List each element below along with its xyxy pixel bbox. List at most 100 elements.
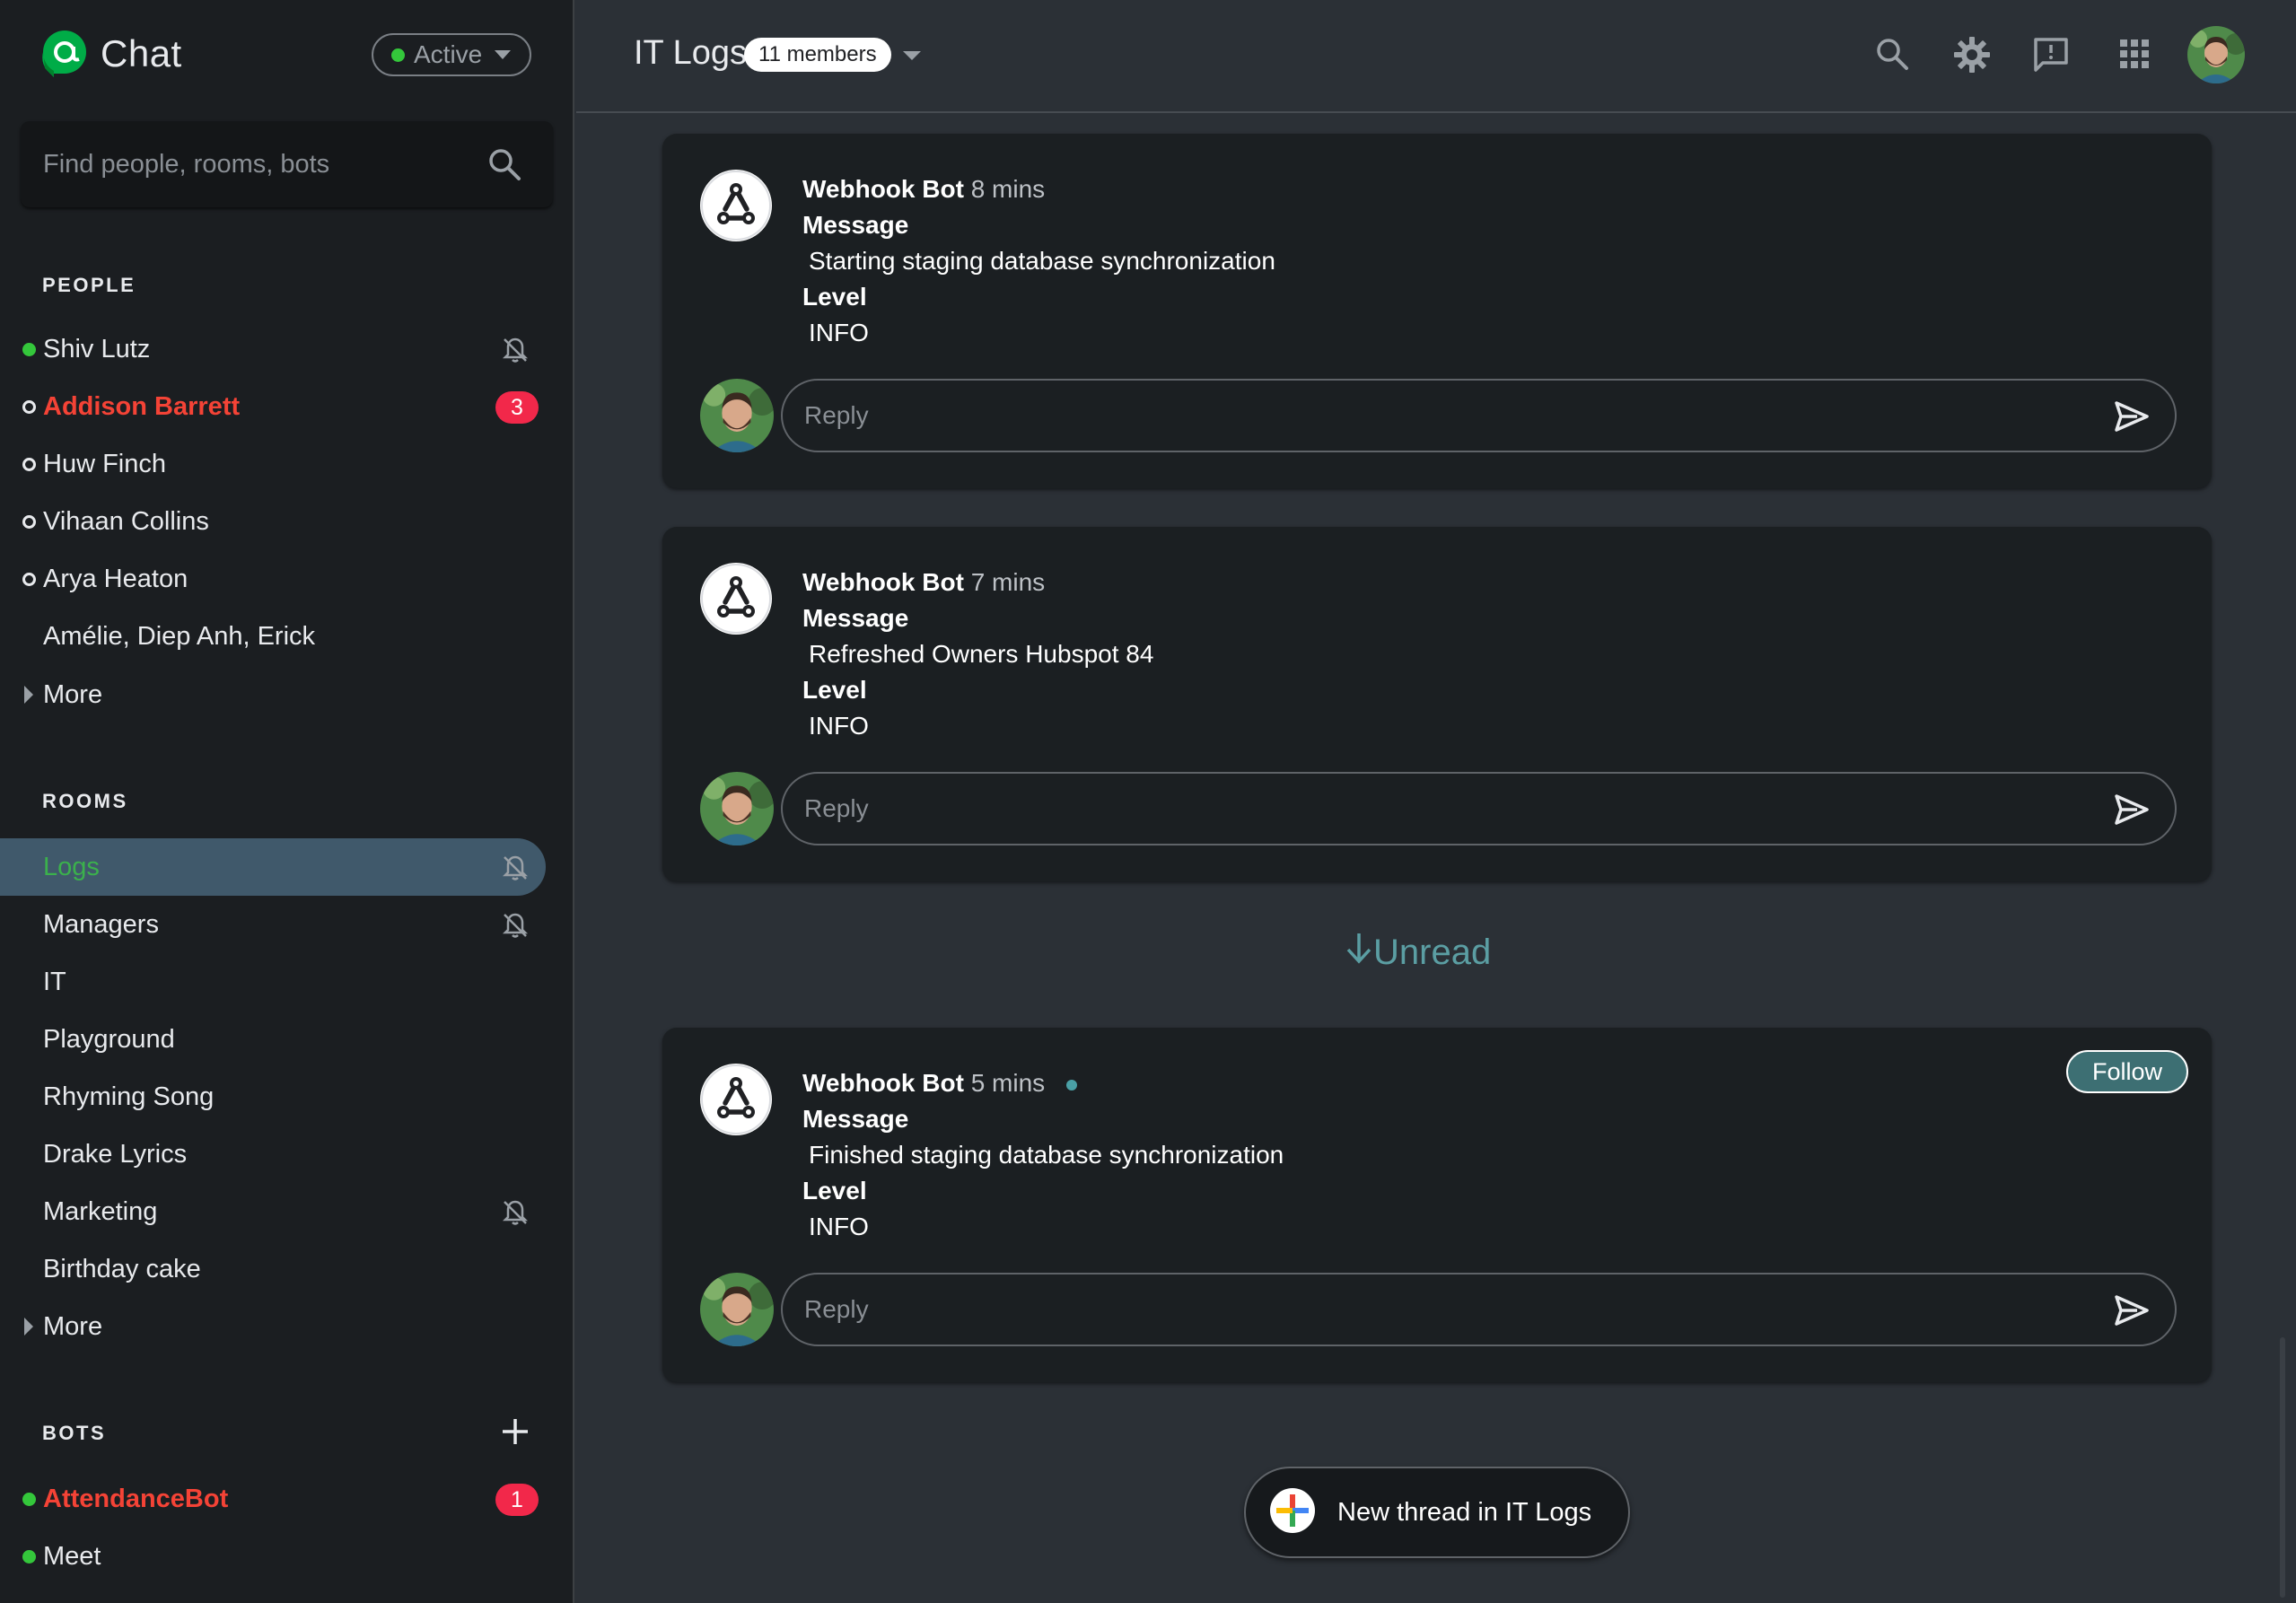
room-item[interactable]: Birthday cake xyxy=(0,1240,546,1298)
message-header: Webhook Bot 5 mins xyxy=(802,1069,1077,1098)
message-thread: Webhook Bot 7 mins Message Refreshed Own… xyxy=(662,527,2212,881)
room-item[interactable]: Rhyming Song xyxy=(0,1068,546,1126)
room-item[interactable]: Drake Lyrics xyxy=(0,1126,546,1183)
search-input[interactable] xyxy=(43,149,474,180)
offline-presence-icon xyxy=(22,573,36,586)
status-label: Active xyxy=(414,40,483,68)
message-author: Webhook Bot xyxy=(802,1069,964,1097)
unread-badge: 3 xyxy=(495,391,539,424)
members-chip[interactable]: 11 members xyxy=(744,38,891,72)
bot-item[interactable]: Meet xyxy=(0,1528,546,1585)
message-thread: Webhook Bot 5 mins Follow Message Finish… xyxy=(662,1028,2212,1382)
message-time: 5 mins xyxy=(970,1069,1046,1097)
send-icon[interactable] xyxy=(2114,1294,2150,1331)
rooms-more[interactable]: More xyxy=(0,1298,546,1355)
send-icon[interactable] xyxy=(2114,400,2150,437)
message-author: Webhook Bot xyxy=(802,568,964,596)
room-item[interactable]: Playground xyxy=(0,1011,546,1068)
person-name: Huw Finch xyxy=(43,449,166,478)
person-name: Addison Barrett xyxy=(43,391,241,421)
search-icon[interactable] xyxy=(1874,36,1910,76)
field-value: INFO xyxy=(809,319,869,346)
message-time: 7 mins xyxy=(970,568,1046,596)
person-item[interactable]: Arya Heaton xyxy=(0,550,546,608)
online-presence-icon xyxy=(22,1493,36,1506)
room-name: Logs xyxy=(43,852,100,881)
bot-item[interactable]: AttendanceBot 1 xyxy=(0,1470,546,1528)
reply-row xyxy=(700,772,2177,845)
field-value: Starting staging database synchronizatio… xyxy=(809,247,1275,275)
expand-arrow-icon xyxy=(24,686,33,704)
status-dot xyxy=(391,48,405,62)
room-item[interactable]: Managers xyxy=(0,896,546,953)
account-avatar[interactable] xyxy=(2187,26,2245,83)
field-label: Level xyxy=(802,676,867,704)
notifications-off-icon xyxy=(501,854,530,889)
feedback-icon[interactable] xyxy=(2032,36,2070,78)
field-value: INFO xyxy=(809,712,869,740)
field-value: Finished staging database synchronizatio… xyxy=(809,1141,1284,1169)
room-item-logs[interactable]: Logs xyxy=(0,838,546,896)
field-value: Refreshed Owners Hubspot 84 xyxy=(809,640,1154,668)
person-name: Arya Heaton xyxy=(43,564,188,593)
unread-label: Unread xyxy=(1373,932,1492,972)
room-name: Birthday cake xyxy=(43,1254,201,1283)
reply-input[interactable] xyxy=(804,794,2061,823)
reply-input[interactable] xyxy=(804,1295,2061,1324)
user-avatar xyxy=(700,1273,774,1346)
reply-row xyxy=(700,379,2177,452)
caret-down-icon[interactable] xyxy=(903,51,921,60)
room-name: Rhyming Song xyxy=(43,1082,215,1111)
room-name: IT xyxy=(43,967,66,996)
person-name: Vihaan Collins xyxy=(43,506,209,536)
new-message-dot xyxy=(1065,1079,1077,1091)
bot-name: Meet xyxy=(43,1541,101,1571)
room-name: Playground xyxy=(43,1024,175,1054)
bot-name: AttendanceBot xyxy=(43,1484,229,1513)
message-header: Webhook Bot 7 mins xyxy=(802,568,1045,597)
offline-presence-icon xyxy=(22,458,36,471)
status-dropdown[interactable]: Active xyxy=(372,33,531,76)
room-title: IT Logs xyxy=(634,34,748,72)
person-item[interactable]: Vihaan Collins xyxy=(0,493,546,550)
group-dm-item[interactable]: Amélie, Diep Anh, Erick xyxy=(0,608,546,665)
field-label: Message xyxy=(802,1105,909,1133)
sidebar: Chat Active PEOPLE Shiv Lutz Addison Bar… xyxy=(0,0,574,1603)
add-bot-icon[interactable] xyxy=(499,1415,531,1452)
room-header: IT Logs 11 members xyxy=(576,0,2296,113)
scrollbar[interactable] xyxy=(2280,1337,2285,1598)
room-name: Drake Lyrics xyxy=(43,1139,188,1169)
online-presence-icon xyxy=(22,343,36,356)
room-item[interactable]: IT xyxy=(0,953,546,1011)
field-label: Level xyxy=(802,1177,867,1204)
person-item[interactable]: Shiv Lutz xyxy=(0,320,546,378)
unread-badge: 1 xyxy=(495,1484,539,1516)
arrow-down-icon xyxy=(1345,930,1373,975)
notifications-off-icon xyxy=(501,911,530,947)
room-item[interactable]: Marketing xyxy=(0,1183,546,1240)
person-item[interactable]: Huw Finch xyxy=(0,435,546,493)
expand-arrow-icon xyxy=(24,1318,33,1336)
settings-icon[interactable] xyxy=(1953,36,1991,78)
online-presence-icon xyxy=(22,1550,36,1564)
brand[interactable]: Chat xyxy=(41,29,182,79)
unread-divider[interactable]: Unread xyxy=(1345,930,1491,975)
send-icon[interactable] xyxy=(2114,793,2150,830)
webhook-icon xyxy=(700,1064,772,1135)
field-value: INFO xyxy=(809,1213,869,1240)
field-label: Message xyxy=(802,211,909,239)
caret-down-icon xyxy=(495,50,512,59)
offline-presence-icon xyxy=(22,515,36,529)
follow-button[interactable]: Follow xyxy=(2066,1050,2188,1093)
person-item[interactable]: Addison Barrett 3 xyxy=(0,378,546,435)
user-avatar xyxy=(700,379,774,452)
new-thread-button[interactable]: New thread in IT Logs xyxy=(1244,1467,1630,1558)
search-icon[interactable] xyxy=(486,146,522,187)
app-title: Chat xyxy=(101,32,182,74)
reply-box xyxy=(781,1273,2177,1346)
reply-box xyxy=(781,772,2177,845)
multicolor-plus-icon xyxy=(1269,1487,1316,1538)
people-more[interactable]: More xyxy=(0,666,546,723)
apps-grid-icon[interactable] xyxy=(2116,36,2152,76)
reply-input[interactable] xyxy=(804,401,2061,430)
